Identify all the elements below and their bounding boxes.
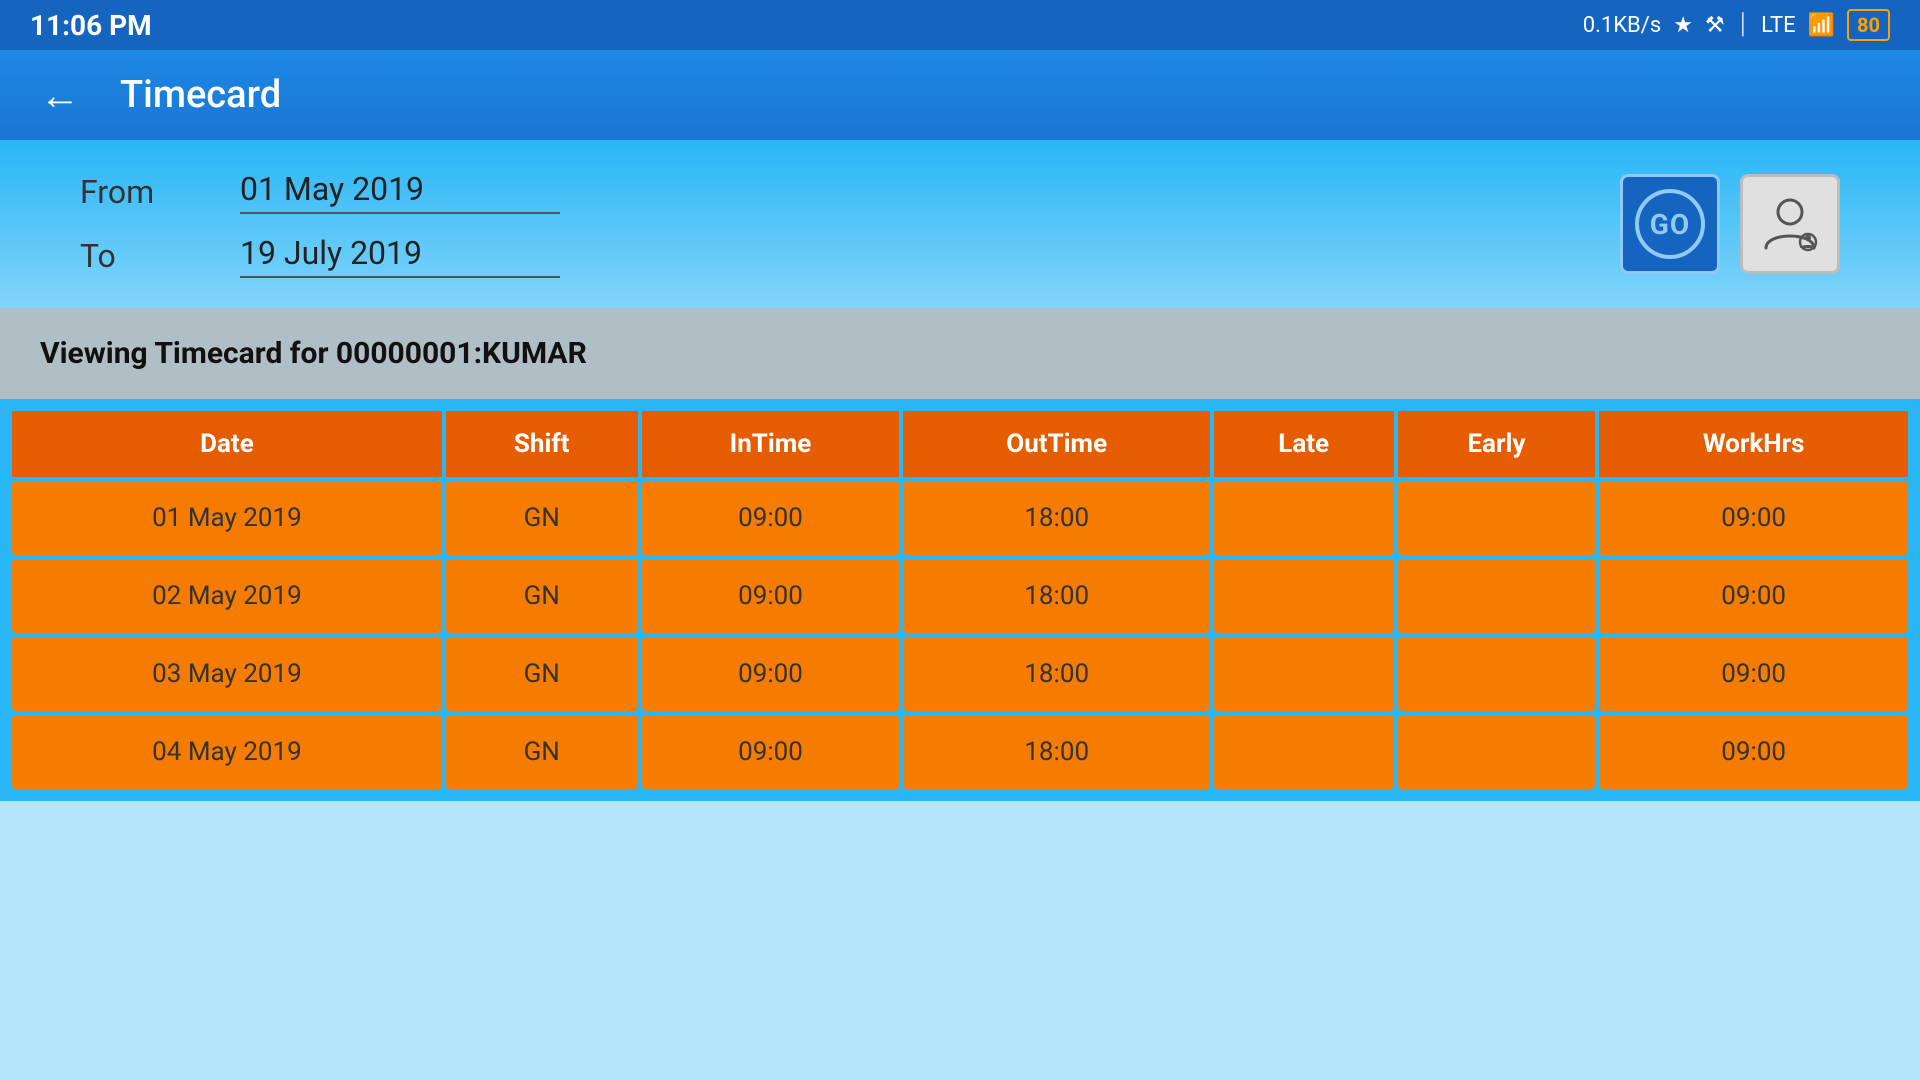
to-value[interactable]: 19 July 2019 — [240, 234, 560, 278]
status-icons: 0.1KB/s ★ ⚒ ⏐ LTE 📶 80 — [1583, 9, 1890, 41]
table-cell — [1214, 637, 1394, 711]
filter-section: From 01 May 2019 To 19 July 2019 GO — [0, 140, 1920, 308]
to-row: To 19 July 2019 — [80, 234, 560, 278]
viewing-section: Viewing Timecard for 00000001:KUMAR — [0, 308, 1920, 399]
col-intime: InTime — [642, 411, 900, 477]
col-date: Date — [12, 411, 442, 477]
table-cell: GN — [446, 715, 638, 789]
table-cell: 18:00 — [903, 715, 1209, 789]
status-time: 11:06 PM — [30, 9, 152, 42]
table-row[interactable]: 04 May 2019GN09:0018:0009:00 — [12, 715, 1908, 789]
col-shift: Shift — [446, 411, 638, 477]
table-row[interactable]: 01 May 2019GN09:0018:0009:00 — [12, 481, 1908, 555]
table-cell: 09:00 — [1599, 559, 1908, 633]
person-button[interactable] — [1740, 174, 1840, 274]
from-label: From — [80, 173, 200, 211]
table-cell — [1214, 559, 1394, 633]
col-outtime: OutTime — [903, 411, 1209, 477]
table-cell — [1214, 481, 1394, 555]
filter-fields: From 01 May 2019 To 19 July 2019 — [80, 170, 560, 278]
table-cell: 09:00 — [1599, 481, 1908, 555]
from-value[interactable]: 01 May 2019 — [240, 170, 560, 214]
table-cell — [1398, 559, 1596, 633]
app-bar: ← Timecard — [0, 50, 1920, 140]
col-late: Late — [1214, 411, 1394, 477]
table-cell: 02 May 2019 — [12, 559, 442, 633]
table-cell: 09:00 — [1599, 637, 1908, 711]
lte-icon: LTE — [1761, 13, 1796, 38]
app-title: Timecard — [120, 73, 281, 117]
back-button[interactable]: ← — [40, 72, 80, 119]
go-button-label: GO — [1635, 189, 1705, 259]
speed-indicator: 0.1KB/s — [1583, 13, 1661, 38]
from-row: From 01 May 2019 — [80, 170, 560, 214]
table-cell: 09:00 — [642, 481, 900, 555]
table-cell — [1398, 715, 1596, 789]
battery-icon: 80 — [1847, 9, 1890, 41]
table-cell: GN — [446, 559, 638, 633]
table-cell: GN — [446, 481, 638, 555]
table-cell: 09:00 — [642, 637, 900, 711]
bluetooth-icon: ★ — [1673, 13, 1693, 38]
table-header-row: Date Shift InTime OutTime Late Early Wor… — [12, 411, 1908, 477]
table-row[interactable]: 03 May 2019GN09:0018:0009:00 — [12, 637, 1908, 711]
signal-icon: ⏐ — [1737, 13, 1749, 38]
timecard-table: Date Shift InTime OutTime Late Early Wor… — [0, 399, 1920, 801]
col-workhrs: WorkHrs — [1599, 411, 1908, 477]
wifi-icon: 📶 — [1808, 13, 1835, 38]
table-cell: 18:00 — [903, 559, 1209, 633]
table-cell: 09:00 — [1599, 715, 1908, 789]
table-cell: 03 May 2019 — [12, 637, 442, 711]
table-cell: 04 May 2019 — [12, 715, 442, 789]
filter-buttons: GO — [1620, 174, 1840, 274]
alarm-icon: ⚒ — [1705, 13, 1725, 38]
to-label: To — [80, 237, 200, 275]
viewing-text: Viewing Timecard for 00000001:KUMAR — [40, 336, 587, 371]
table-cell — [1398, 637, 1596, 711]
go-button[interactable]: GO — [1620, 174, 1720, 274]
table-cell: GN — [446, 637, 638, 711]
table-cell: 18:00 — [903, 481, 1209, 555]
table-cell — [1214, 715, 1394, 789]
status-bar: 11:06 PM 0.1KB/s ★ ⚒ ⏐ LTE 📶 80 — [0, 0, 1920, 50]
table-section: Date Shift InTime OutTime Late Early Wor… — [0, 399, 1920, 801]
col-early: Early — [1398, 411, 1596, 477]
table-cell — [1398, 481, 1596, 555]
table-cell: 18:00 — [903, 637, 1209, 711]
table-cell: 09:00 — [642, 715, 900, 789]
table-row[interactable]: 02 May 2019GN09:0018:0009:00 — [12, 559, 1908, 633]
table-cell: 01 May 2019 — [12, 481, 442, 555]
person-icon — [1760, 194, 1820, 254]
table-cell: 09:00 — [642, 559, 900, 633]
